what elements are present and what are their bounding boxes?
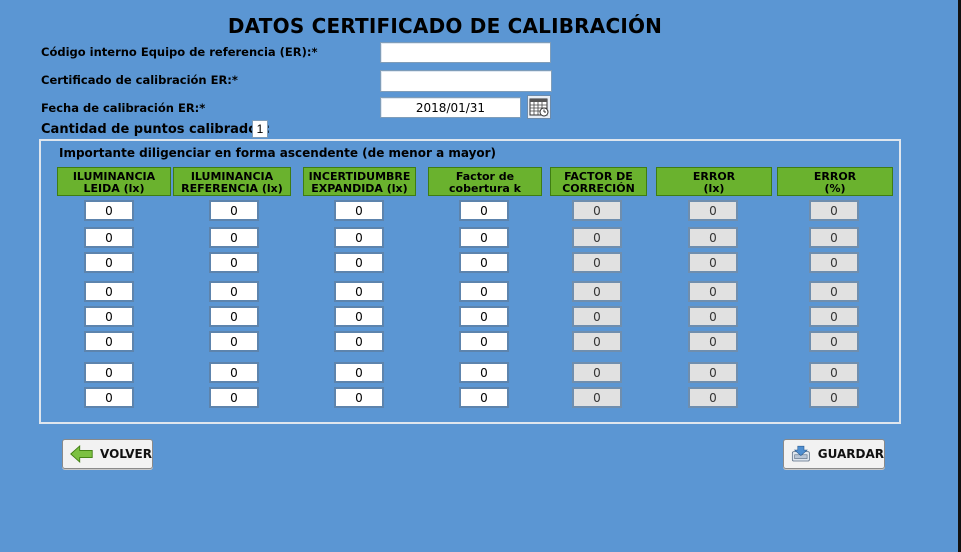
input-cell[interactable]: 0 [334,306,384,327]
input-cell[interactable]: 0 [209,252,259,273]
guardar-label: GUARDAR [817,447,884,461]
codigo-label: Código interno Equipo de referencia (ER)… [41,45,318,59]
input-cell[interactable]: 0 [209,306,259,327]
calendar-button[interactable] [527,95,551,119]
arrow-left-icon [70,444,93,464]
computed-cell: 0 [572,281,622,302]
computed-cell: 0 [572,227,622,248]
fecha-label: Fecha de calibración ER:* [41,101,206,115]
input-cell[interactable]: 0 [209,331,259,352]
computed-cell: 0 [809,252,859,273]
certificado-label: Certificado de calibración ER:* [41,73,238,87]
computed-cell: 0 [688,200,738,221]
save-icon [791,445,810,462]
computed-cell: 0 [572,387,622,408]
input-cell[interactable]: 0 [84,227,134,248]
computed-cell: 0 [809,200,859,221]
input-cell[interactable]: 0 [334,200,384,221]
computed-cell: 0 [809,227,859,248]
computed-cell: 0 [688,362,738,383]
input-cell[interactable]: 0 [459,252,509,273]
volver-button[interactable]: VOLVER [62,439,153,469]
calendar-icon [529,98,549,117]
computed-cell: 0 [572,200,622,221]
computed-cell: 0 [688,387,738,408]
input-cell[interactable]: 0 [84,252,134,273]
computed-cell: 0 [809,281,859,302]
codigo-input[interactable] [380,42,551,63]
input-cell[interactable]: 0 [209,387,259,408]
input-cell[interactable]: 0 [334,252,384,273]
input-cell[interactable]: 0 [459,362,509,383]
input-cell[interactable]: 0 [459,200,509,221]
panel-note: Importante diligenciar en forma ascenden… [59,146,497,160]
input-cell[interactable]: 0 [209,227,259,248]
input-cell[interactable]: 0 [334,362,384,383]
input-cell[interactable]: 0 [459,331,509,352]
column-header: ERROR (%) [777,167,893,196]
input-cell[interactable]: 0 [334,281,384,302]
computed-cell: 0 [809,362,859,383]
input-cell[interactable]: 0 [84,306,134,327]
input-cell[interactable]: 0 [84,331,134,352]
computed-cell: 0 [688,306,738,327]
input-cell[interactable]: 0 [84,387,134,408]
input-cell[interactable]: 0 [459,227,509,248]
computed-cell: 0 [688,252,738,273]
computed-cell: 0 [572,362,622,383]
points-input[interactable]: 1 [252,120,268,138]
input-cell[interactable]: 0 [334,331,384,352]
guardar-button[interactable]: GUARDAR [783,439,885,469]
input-cell[interactable]: 0 [84,200,134,221]
page-title: DATOS CERTIFICADO DE CALIBRACIÓN [227,14,663,38]
computed-cell: 0 [688,227,738,248]
input-cell[interactable]: 0 [459,281,509,302]
input-cell[interactable]: 0 [209,362,259,383]
computed-cell: 0 [688,331,738,352]
fecha-input[interactable]: 2018/01/31 [380,97,521,118]
input-cell[interactable]: 0 [459,306,509,327]
input-cell[interactable]: 0 [84,281,134,302]
column-header: ILUMINANCIA REFERENCIA (lx) [173,167,291,196]
input-cell[interactable]: 0 [209,281,259,302]
computed-cell: 0 [809,387,859,408]
column-header: Factor de cobertura k [428,167,542,196]
input-cell[interactable]: 0 [84,362,134,383]
computed-cell: 0 [572,306,622,327]
input-cell[interactable]: 0 [209,200,259,221]
computed-cell: 0 [809,331,859,352]
column-header: ERROR (lx) [656,167,772,196]
points-label: Cantidad de puntos calibrados: [41,122,271,137]
column-header: INCERTIDUMBRE EXPANDIDA (lx) [303,167,416,196]
column-header: ILUMINANCIA LEIDA (lx) [57,167,171,196]
input-cell[interactable]: 0 [334,387,384,408]
computed-cell: 0 [688,281,738,302]
volver-label: VOLVER [100,447,152,461]
column-header: FACTOR DE CORRECIÓN [550,167,647,196]
computed-cell: 0 [809,306,859,327]
computed-cell: 0 [572,252,622,273]
certificado-input[interactable] [380,70,552,92]
computed-cell: 0 [572,331,622,352]
input-cell[interactable]: 0 [334,227,384,248]
input-cell[interactable]: 0 [459,387,509,408]
